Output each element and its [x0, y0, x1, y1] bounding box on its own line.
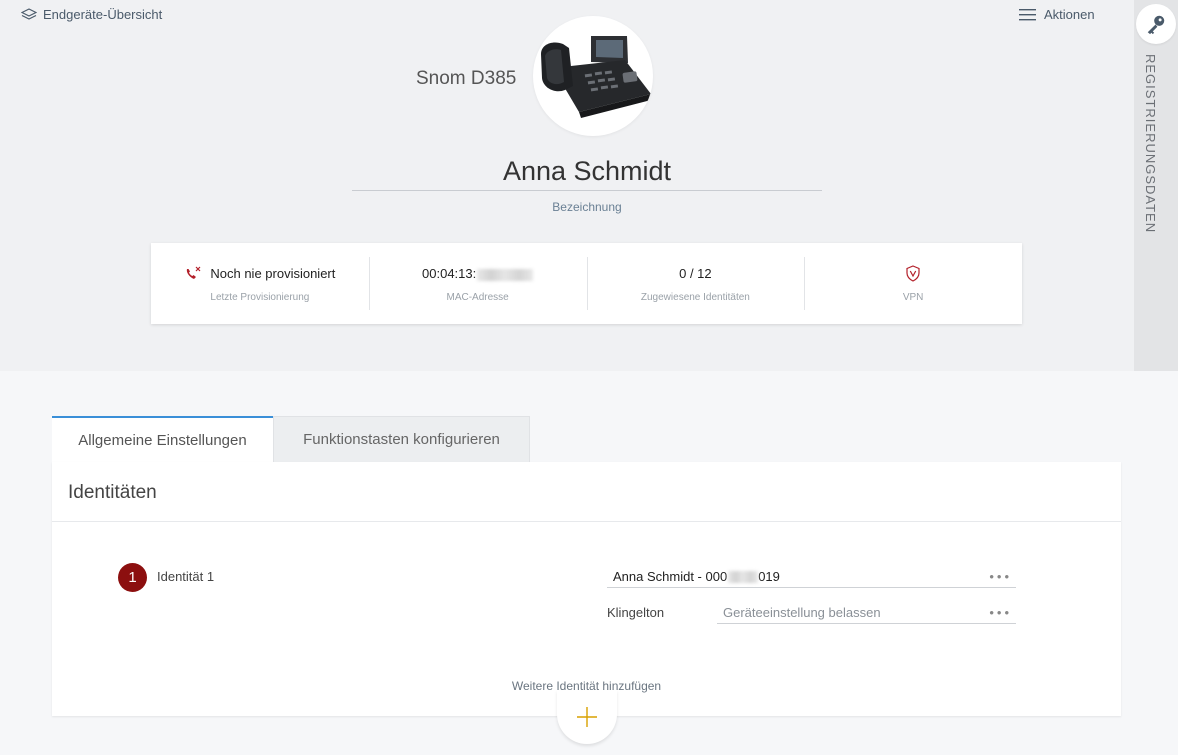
- layers-icon: [21, 7, 37, 20]
- desk-phone-icon: [541, 36, 651, 118]
- tab-general-settings[interactable]: Allgemeine Einstellungen: [52, 416, 273, 462]
- provisioning-label: Letzte Provisionierung: [210, 291, 310, 303]
- device-name[interactable]: Anna Schmidt: [352, 156, 822, 191]
- vpn-status[interactable]: VPN: [804, 243, 1022, 324]
- identity-select[interactable]: Anna Schmidt - 000 019 •••: [607, 565, 1016, 588]
- back-label: Endgeräte-Übersicht: [43, 7, 163, 22]
- ringtone-label: Klingelton: [607, 605, 665, 620]
- plus-icon: [577, 707, 597, 727]
- tab-function-keys[interactable]: Funktionstasten konfigurieren: [273, 416, 530, 462]
- identities-label: Zugewiesene Identitäten: [640, 291, 750, 303]
- mac-label: MAC-Adresse: [446, 291, 509, 303]
- section-title: Identitäten: [68, 482, 157, 503]
- back-to-device-overview[interactable]: Endgeräte-Übersicht: [21, 7, 162, 22]
- device-image: [533, 16, 653, 136]
- actions-label: Aktionen: [1044, 7, 1095, 22]
- identities-value: 0 / 12: [679, 266, 712, 281]
- identities-panel: Identitäten 1 Identität 1 Anna Schmidt -…: [52, 462, 1121, 716]
- identity-value: Anna Schmidt - 000 019: [613, 568, 780, 584]
- mac-address: 00:04:13: MAC-Adresse: [368, 243, 587, 324]
- actions-menu-button[interactable]: Aktionen: [1019, 7, 1095, 22]
- add-identity-button[interactable]: [557, 690, 617, 744]
- ringtone-value: Geräteeinstellung belassen: [723, 604, 881, 620]
- mac-value: 00:04:13:: [422, 266, 534, 281]
- device-name-label: Bezeichnung: [552, 200, 622, 214]
- provisioning-value: Noch nie provisioniert: [210, 266, 336, 281]
- settings-tabs: Allgemeine Einstellungen Funktionstasten…: [52, 416, 530, 462]
- key-icon: [1147, 15, 1165, 35]
- identity-number-badge: 1: [118, 563, 147, 592]
- identity-label: Identität 1: [157, 569, 215, 584]
- menu-icon: [1019, 9, 1036, 21]
- assigned-identities: 0 / 12 Zugewiesene Identitäten: [586, 243, 805, 324]
- ringtone-more-icon[interactable]: •••: [989, 605, 1016, 620]
- side-key-button[interactable]: [1136, 4, 1176, 44]
- ringtone-select[interactable]: Geräteeinstellung belassen •••: [717, 601, 1016, 624]
- identity-more-icon[interactable]: •••: [989, 569, 1016, 584]
- section-divider: [52, 521, 1121, 522]
- identity-number-redacted: [728, 571, 759, 584]
- status-card: Noch nie provisioniert Letzte Provisioni…: [151, 243, 1022, 324]
- provisioning-status: Noch nie provisioniert Letzte Provisioni…: [151, 243, 369, 324]
- device-model: Snom D385: [416, 68, 517, 89]
- vpn-label: VPN: [902, 291, 924, 303]
- mac-redacted: [477, 268, 534, 281]
- phone-error-icon: [187, 266, 201, 279]
- side-tab-label[interactable]: REGISTRIERUNGSDATEN: [1143, 54, 1158, 233]
- shield-v-icon: [906, 265, 920, 282]
